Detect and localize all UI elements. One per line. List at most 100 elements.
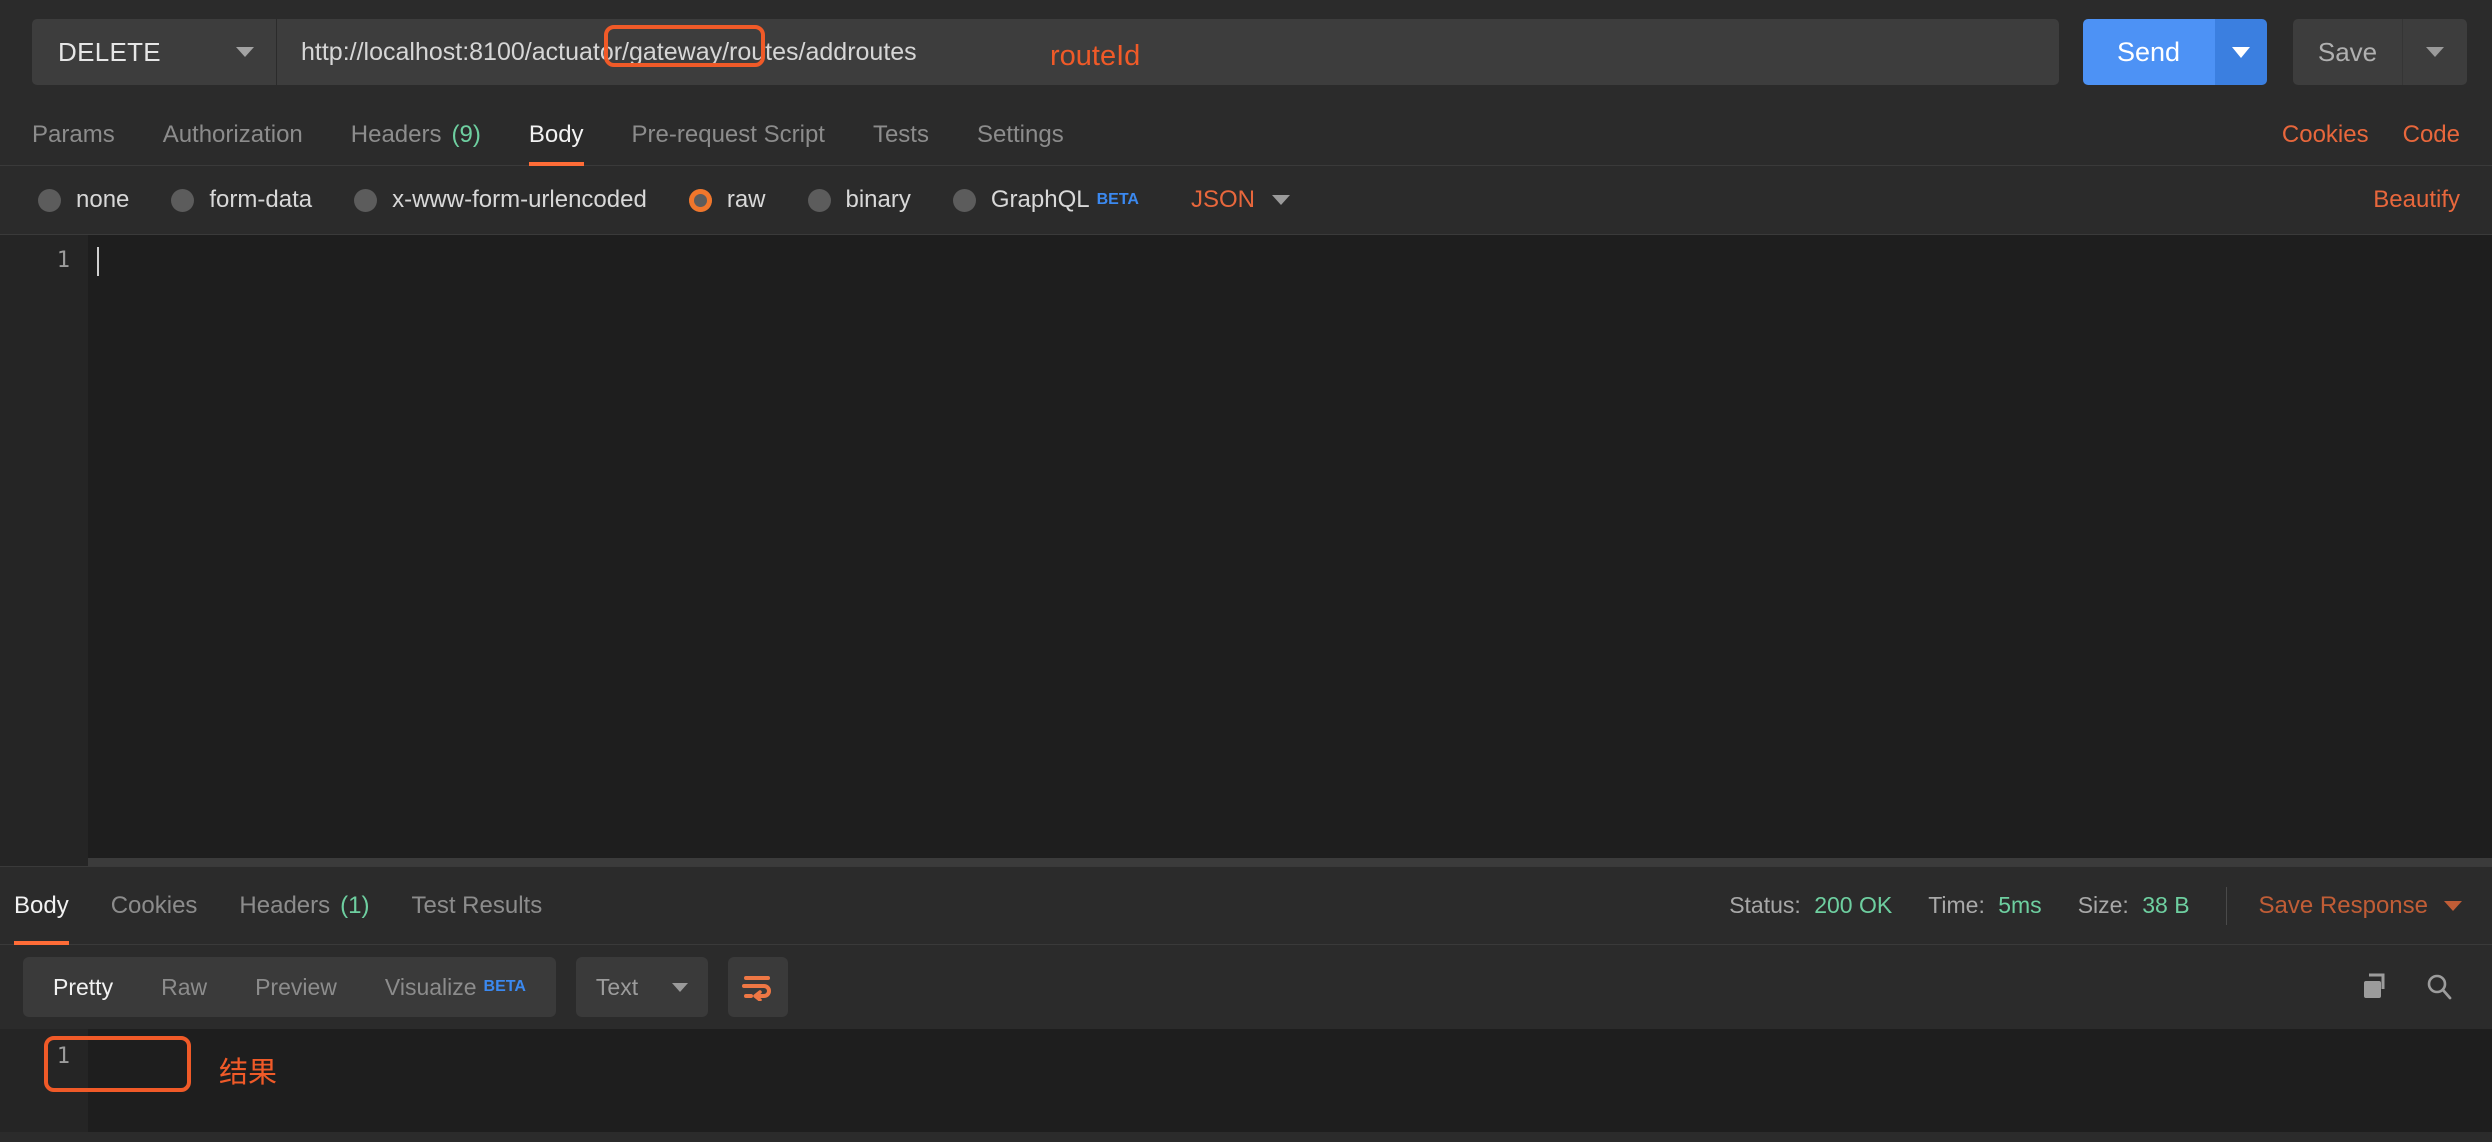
request-editor-text-area[interactable] [88, 235, 2492, 866]
tab-params-label: Params [32, 120, 115, 148]
body-type-none-label: none [76, 186, 130, 213]
cookies-link[interactable]: Cookies [2282, 121, 2369, 149]
editor-horizontal-scrollbar[interactable] [88, 858, 2492, 866]
response-tab-test-results[interactable]: Test Results [411, 866, 542, 945]
body-type-binary[interactable]: binary [807, 186, 911, 214]
tab-body-label: Body [528, 120, 584, 148]
response-content-type-value: Text [595, 973, 639, 1000]
beta-badge: BETA [1096, 191, 1139, 208]
time-value: 5ms [1998, 892, 2042, 918]
body-type-form-data-label: form-data [209, 186, 313, 213]
word-wrap-icon [741, 976, 771, 1001]
response-tab-headers-label: Headers [239, 891, 331, 919]
format-pretty-label: Pretty [53, 973, 114, 1000]
chevron-down-icon [2444, 900, 2462, 911]
body-type-binary-label: binary [845, 186, 911, 213]
request-tabs-right: Cookies Code [2282, 121, 2460, 149]
radio-icon [171, 188, 195, 212]
body-type-raw-label: raw [726, 186, 766, 213]
save-button[interactable]: Save [2293, 19, 2402, 85]
tab-pre-request-script[interactable]: Pre-request Script [632, 104, 825, 166]
response-tabs: Body Cookies Headers (1) Test Results St… [0, 866, 2492, 945]
size-label: Size: [2077, 892, 2129, 918]
body-type-urlencoded-label: x-www-form-urlencoded [392, 186, 647, 213]
code-link[interactable]: Code [2403, 121, 2460, 149]
response-body-content [88, 1029, 2492, 1142]
body-type-row: none form-data x-www-form-urlencoded raw… [0, 166, 2492, 234]
tab-params[interactable]: Params [32, 104, 115, 166]
response-tab-cookies-label: Cookies [110, 891, 198, 919]
save-response-label: Save Response [2258, 891, 2428, 919]
beautify-button[interactable]: Beautify [2373, 186, 2460, 214]
save-options-button[interactable] [2402, 19, 2467, 85]
radio-icon [38, 188, 61, 212]
annotation-route-id-label: routeId [1050, 40, 1141, 72]
status-value: 200 OK [1814, 892, 1893, 918]
http-method-select[interactable]: DELETE [32, 19, 276, 85]
copy-icon [2364, 973, 2385, 998]
radio-icon [807, 188, 831, 212]
text-cursor [97, 247, 99, 276]
send-button-group: Send [2083, 19, 2267, 85]
request-body-editor[interactable]: 1 [0, 234, 2492, 866]
tab-tests[interactable]: Tests [873, 104, 929, 166]
response-format-group: Pretty Raw Preview Visualize BETA [23, 957, 556, 1017]
status-badge: Status: 200 OK [1729, 892, 1892, 919]
response-tab-body-label: Body [14, 891, 69, 919]
request-tabs: Params Authorization Headers (9) Body Pr… [0, 104, 2492, 166]
line-number: 1 [56, 1044, 70, 1069]
size-badge: Size: 38 B [2078, 892, 2190, 919]
divider [2225, 886, 2227, 925]
beta-badge: BETA [483, 978, 526, 995]
tab-tests-label: Tests [872, 120, 929, 148]
tab-headers-count: (9) [451, 120, 481, 148]
url-text: http://localhost:8100/actuator/gateway/r… [301, 38, 917, 67]
tab-authorization[interactable]: Authorization [163, 104, 303, 166]
response-tab-cookies[interactable]: Cookies [111, 866, 198, 945]
format-raw-label: Raw [161, 973, 208, 1000]
response-bottom-bar [0, 1132, 2492, 1142]
response-tab-test-results-label: Test Results [411, 891, 543, 919]
format-visualize-button[interactable]: Visualize BETA [361, 961, 550, 1013]
response-tab-body[interactable]: Body [14, 866, 69, 945]
copy-button[interactable] [2360, 972, 2390, 1002]
tab-body[interactable]: Body [528, 104, 584, 166]
request-bar: DELETE http://localhost:8100/actuator/ga… [0, 0, 2492, 104]
chevron-down-icon [2426, 47, 2444, 57]
search-button[interactable] [2424, 972, 2454, 1002]
body-type-form-data[interactable]: form-data [171, 186, 312, 214]
format-preview-button[interactable]: Preview [231, 961, 361, 1013]
send-options-button[interactable] [2214, 19, 2267, 85]
format-raw-button[interactable]: Raw [137, 961, 231, 1013]
body-format-select[interactable]: JSON [1191, 186, 1290, 214]
body-type-urlencoded[interactable]: x-www-form-urlencoded [354, 186, 647, 214]
body-type-none[interactable]: none [38, 186, 129, 214]
http-method-label: DELETE [58, 36, 161, 67]
response-content-type-select[interactable]: Text [575, 957, 708, 1017]
format-pretty-button[interactable]: Pretty [29, 961, 137, 1013]
url-input[interactable]: http://localhost:8100/actuator/gateway/r… [276, 19, 2059, 85]
annotation-result-label: 结果 [219, 1055, 278, 1089]
request-editor-gutter: 1 [0, 235, 88, 866]
radio-icon [952, 188, 976, 212]
response-toolbar: Pretty Raw Preview Visualize BETA Text [0, 945, 2492, 1029]
format-visualize-label: Visualize [384, 973, 477, 1000]
send-button[interactable]: Send [2083, 19, 2214, 85]
chevron-down-icon [236, 47, 254, 57]
tab-headers[interactable]: Headers (9) [351, 104, 481, 166]
response-tab-headers[interactable]: Headers (1) [239, 866, 369, 945]
body-type-raw[interactable]: raw [688, 186, 766, 214]
tab-settings[interactable]: Settings [977, 104, 1064, 166]
body-type-graphql-label: GraphQL [990, 186, 1090, 213]
body-type-graphql[interactable]: GraphQL BETA [952, 186, 1139, 214]
tab-headers-label: Headers [350, 120, 442, 148]
url-prefix: http://localhost:8100/actuator/gateway/r… [301, 37, 799, 66]
chevron-down-icon [1271, 195, 1290, 205]
size-value: 38 B [2142, 892, 2190, 918]
response-body-viewer[interactable]: 1 [0, 1029, 2492, 1142]
tab-settings-label: Settings [976, 120, 1064, 148]
word-wrap-toggle[interactable] [727, 957, 788, 1017]
line-number: 1 [56, 248, 70, 273]
radio-icon [354, 188, 378, 212]
save-response-button[interactable]: Save Response [2259, 892, 2462, 920]
